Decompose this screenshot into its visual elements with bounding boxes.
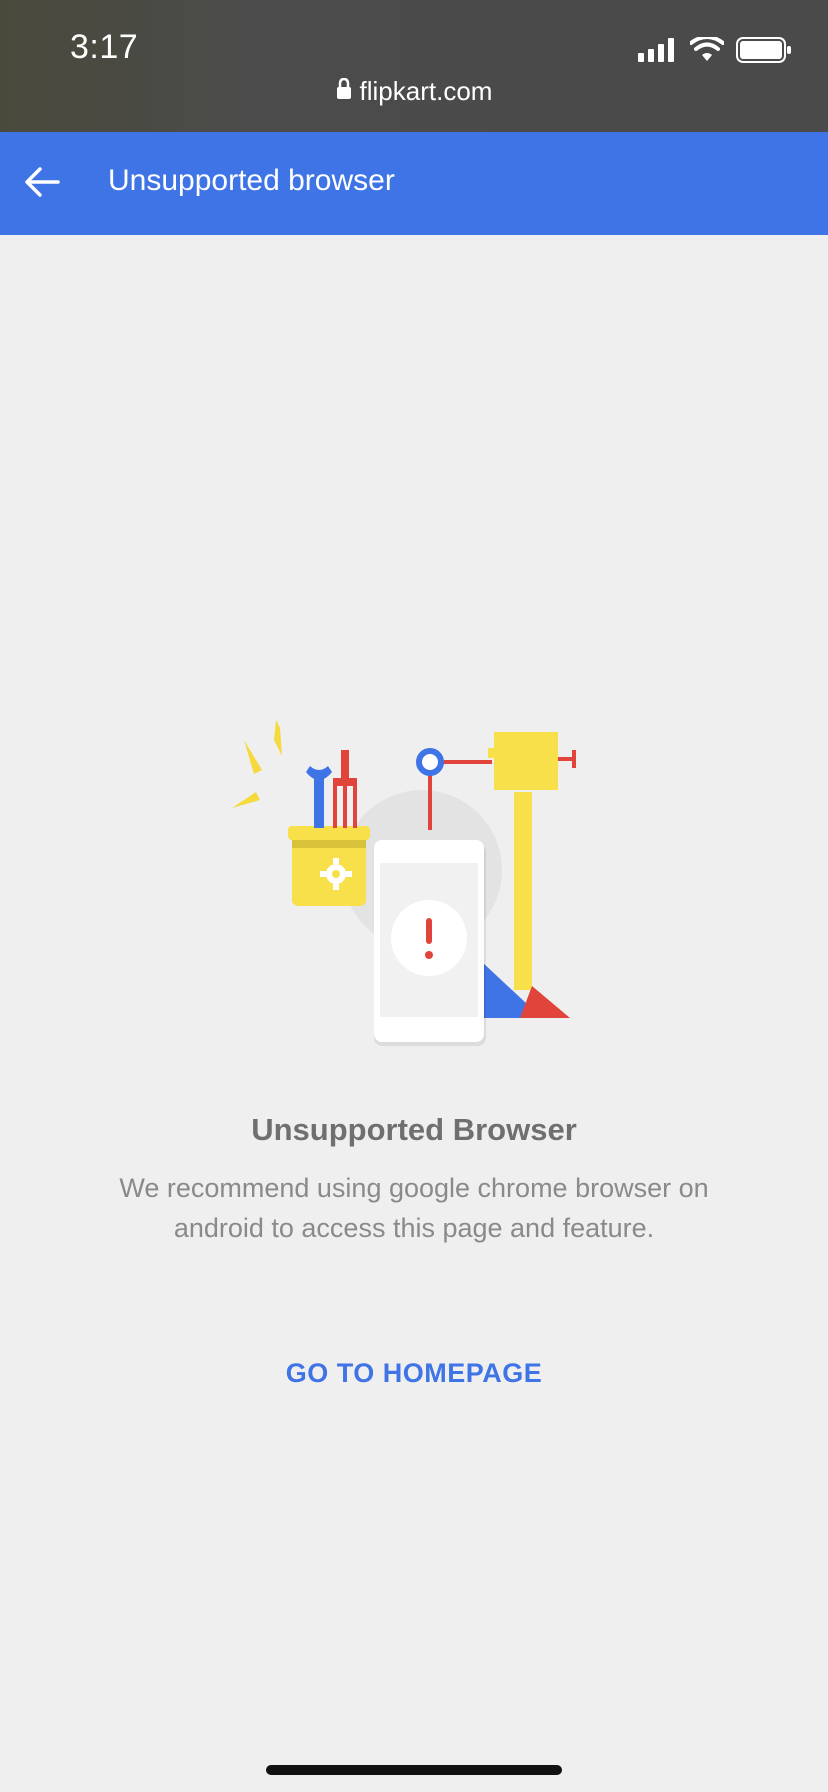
- lock-icon: [336, 76, 352, 107]
- app-bar-title: Unsupported browser: [108, 164, 395, 197]
- error-message: We recommend using google chrome browser…: [119, 1173, 709, 1243]
- sparkle-ray: [244, 740, 262, 774]
- battery-icon: [736, 36, 792, 69]
- browser-status-area: 3:17 flipkart.com: [0, 0, 828, 132]
- wrench: [314, 772, 324, 828]
- back-button[interactable]: [20, 162, 64, 206]
- sparkle-ray: [232, 792, 260, 808]
- home-indicator[interactable]: [266, 1765, 562, 1775]
- red-triangle: [520, 986, 570, 1018]
- arrow-left-icon: [22, 162, 62, 207]
- error-title: Unsupported Browser: [251, 1112, 577, 1147]
- go-to-homepage-button[interactable]: GO TO HOMEPAGE: [0, 1358, 828, 1389]
- status-time: 3:17: [70, 28, 139, 66]
- url-bar[interactable]: flipkart.com: [0, 76, 828, 107]
- signal-icon: [638, 38, 678, 67]
- screen: 3:17 flipkart.com Unsupported browser Un…: [0, 0, 828, 1792]
- url-text: flipkart.com: [359, 76, 493, 106]
- crane-pole: [514, 792, 532, 990]
- sparkle-ray: [274, 720, 282, 756]
- status-icons: [638, 35, 792, 69]
- app-bar: Unsupported browser: [0, 132, 828, 235]
- wifi-icon: [689, 35, 725, 68]
- screwdriver: [341, 750, 349, 778]
- unsupported-browser-illustration: [230, 720, 600, 1060]
